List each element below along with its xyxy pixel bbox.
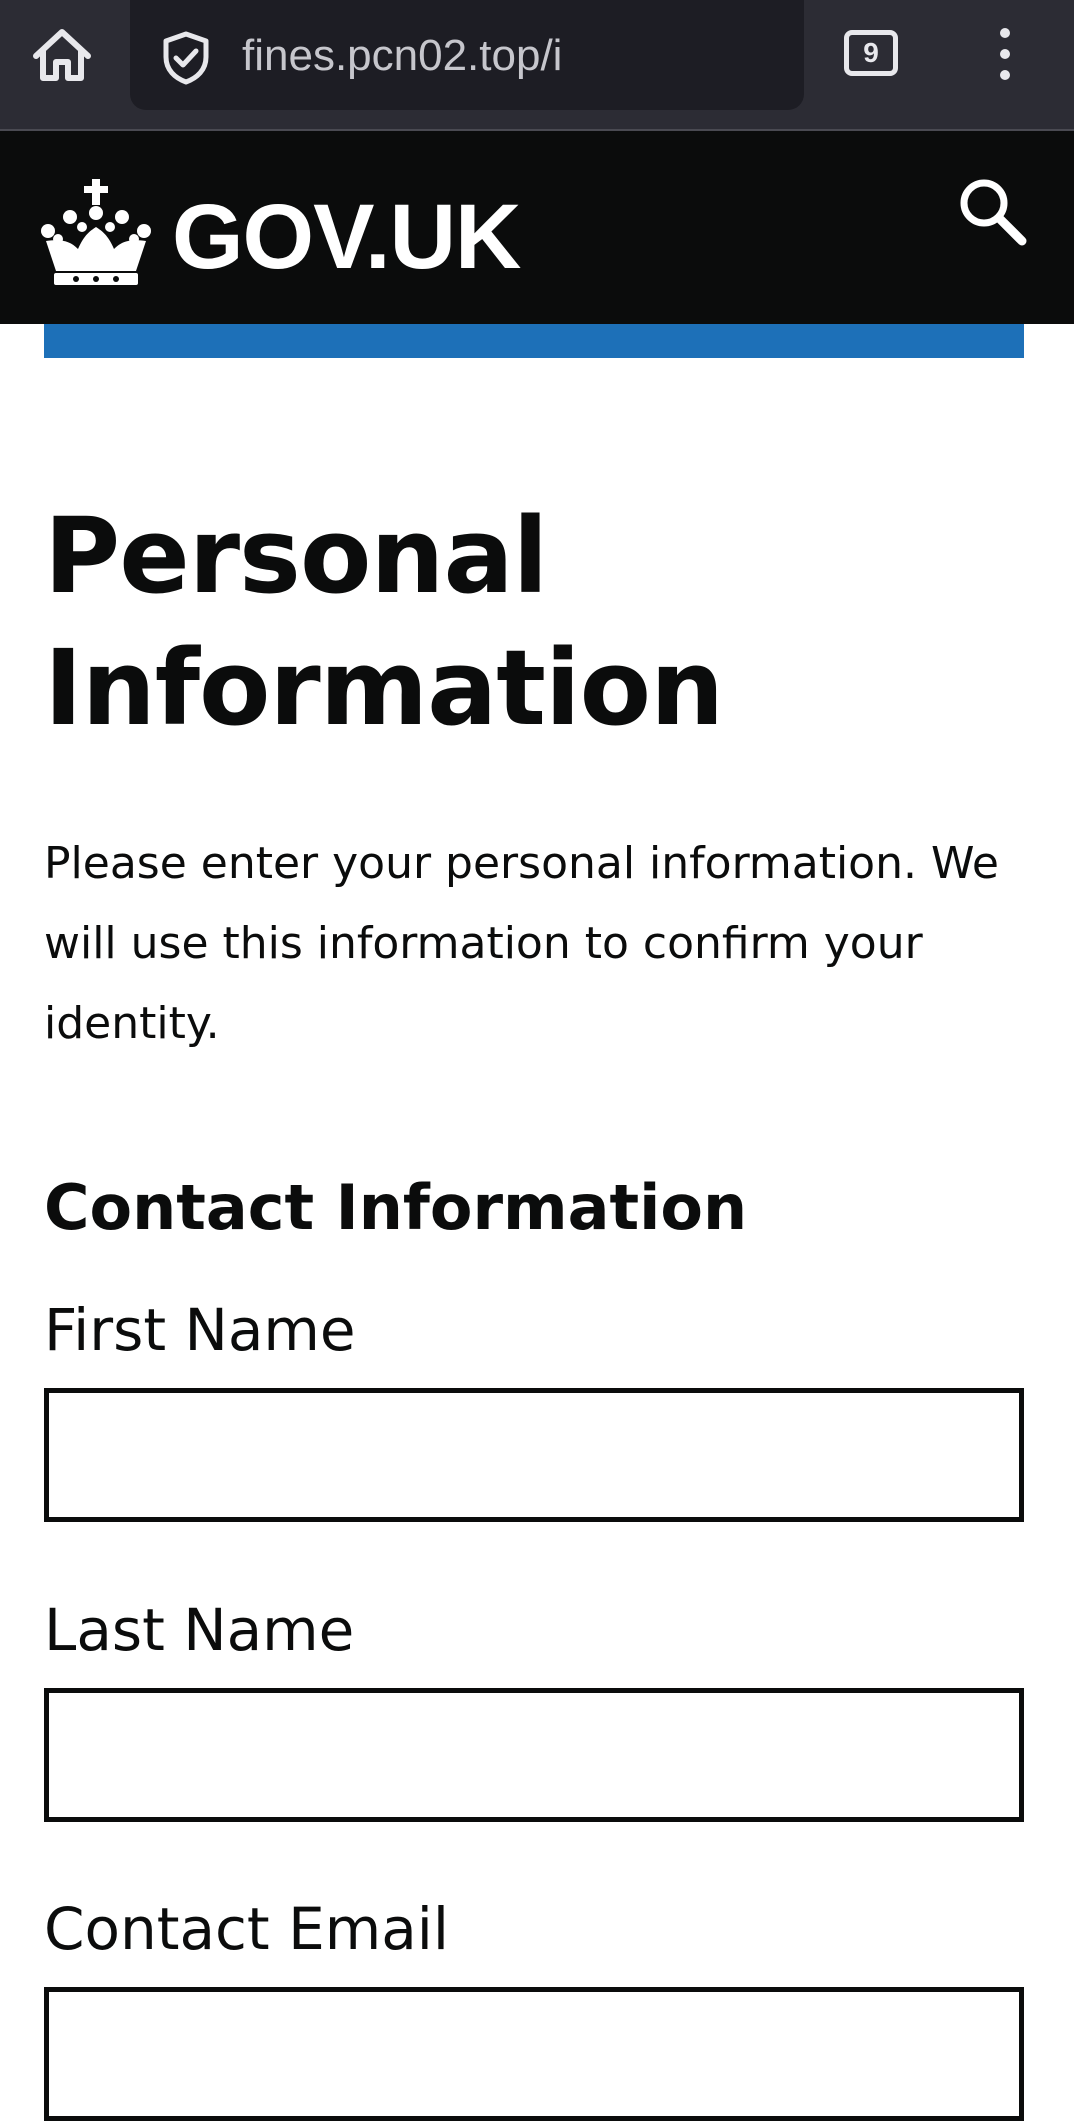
contact-email-label: Contact Email	[44, 1895, 450, 1963]
address-bar[interactable]: fines.pcn02.top/i	[130, 0, 804, 110]
browser-toolbar: fines.pcn02.top/i 9	[0, 0, 1074, 131]
search-icon[interactable]	[956, 175, 1030, 249]
last-name-input[interactable]	[44, 1688, 1024, 1822]
url-text[interactable]: fines.pcn02.top/i	[242, 28, 562, 84]
page-title: Personal Information	[44, 495, 724, 749]
shield-check-icon[interactable]	[158, 30, 214, 86]
intro-text: Please enter your personal information. …	[44, 838, 999, 1049]
first-name-label: First Name	[44, 1296, 356, 1364]
section-heading: Contact Information	[44, 1171, 748, 1244]
overflow-menu-icon[interactable]	[986, 24, 1026, 84]
last-name-label: Last Name	[44, 1596, 355, 1664]
home-icon[interactable]	[28, 22, 96, 90]
site-header: GOV.UK	[0, 131, 1074, 324]
govuk-logotype[interactable]: GOV.UK	[172, 187, 521, 287]
tab-switcher-button[interactable]: 9	[844, 30, 898, 76]
crown-icon[interactable]	[40, 179, 152, 287]
header-accent-bar	[44, 324, 1024, 358]
first-name-input[interactable]	[44, 1388, 1024, 1522]
contact-email-input[interactable]	[44, 1987, 1024, 2121]
